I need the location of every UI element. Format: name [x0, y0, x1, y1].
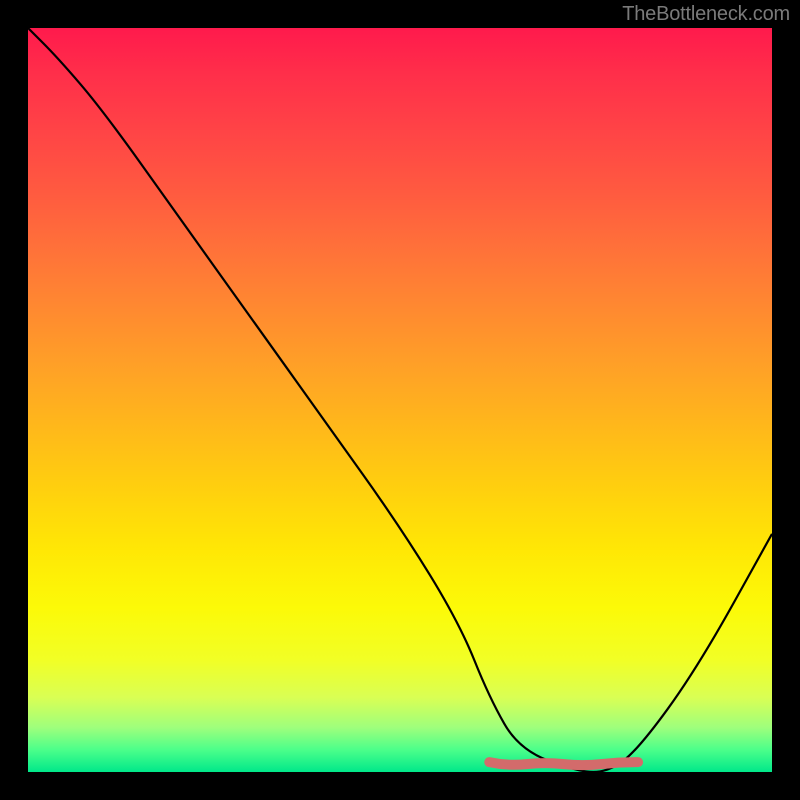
chart-background-gradient: [28, 28, 772, 772]
watermark-text: TheBottleneck.com: [622, 3, 790, 26]
chart-frame: [28, 28, 772, 772]
